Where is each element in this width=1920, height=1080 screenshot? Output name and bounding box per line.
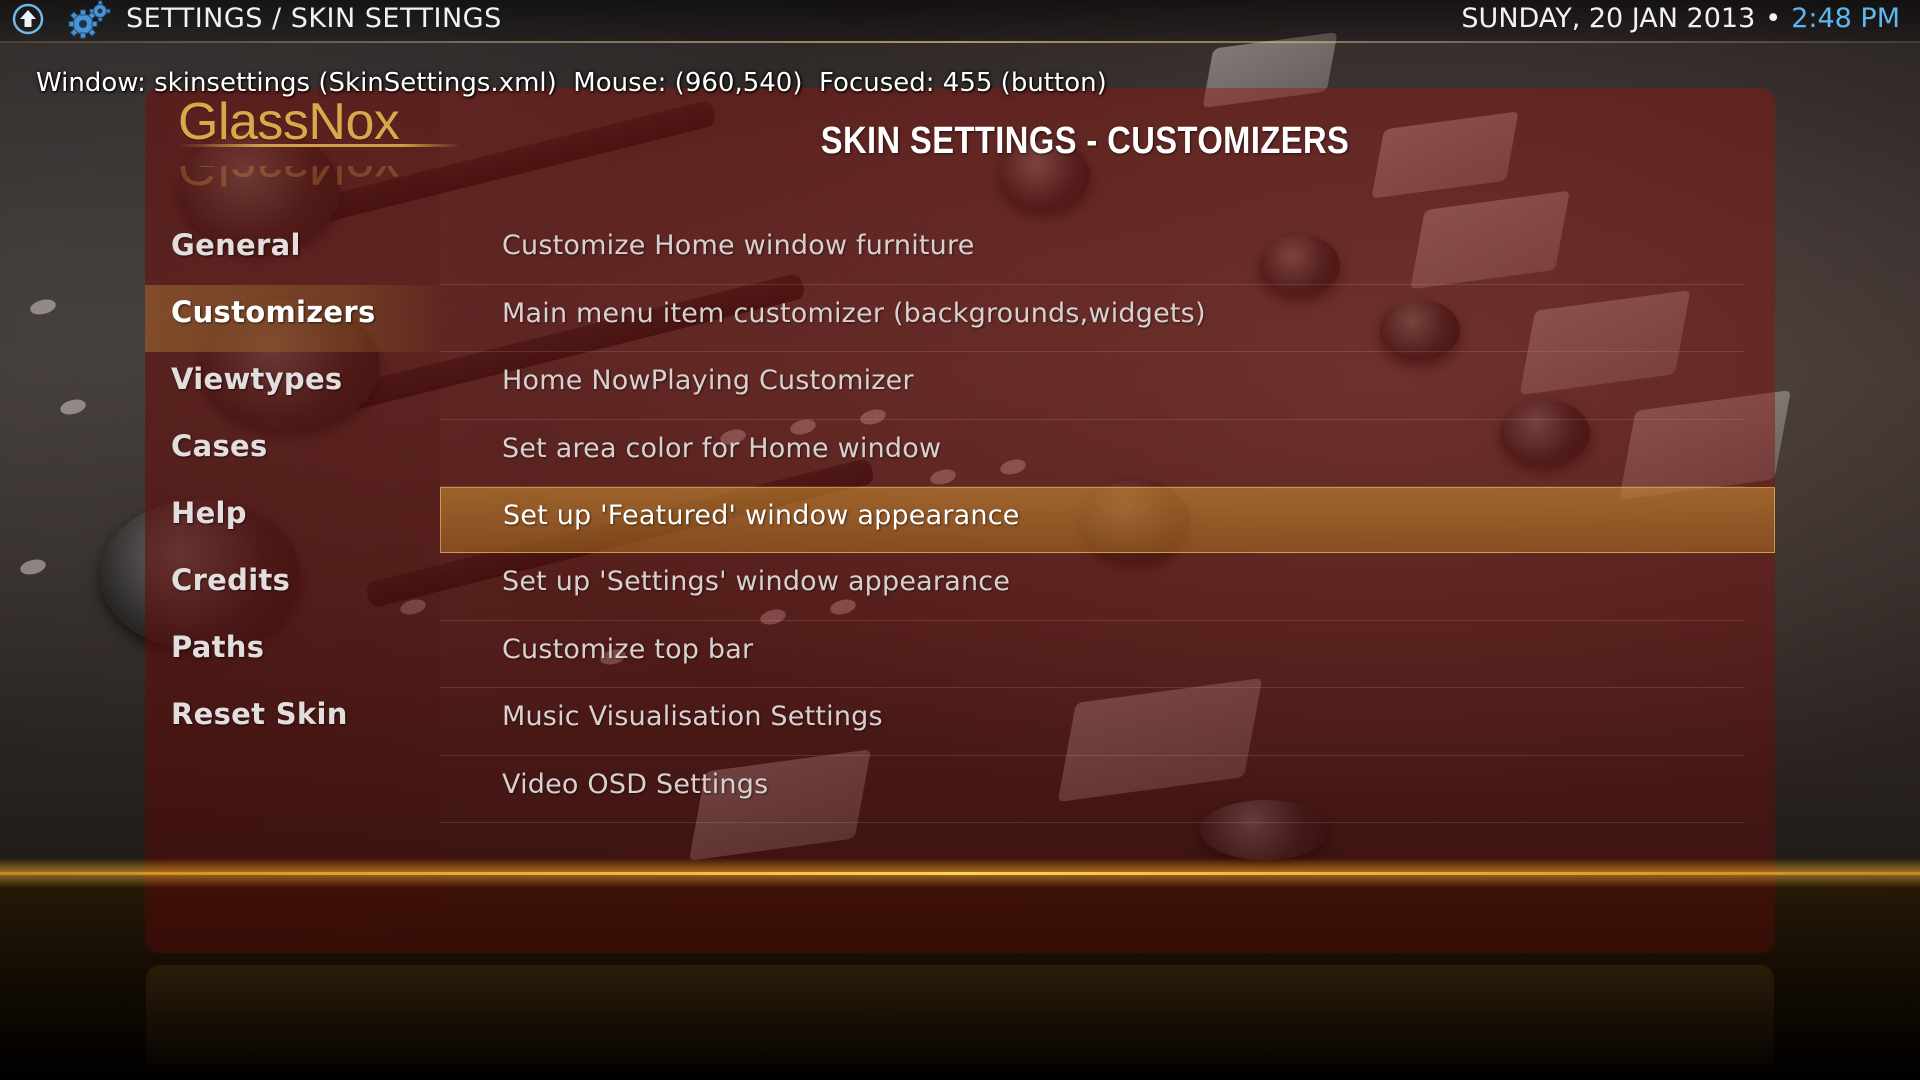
debug-info: Window: skinsettings (SkinSettings.xml) … [36,68,1107,98]
sidebar-item-reset-skin[interactable]: Reset Skin [145,687,440,754]
option-label: Main menu item customizer (backgrounds,w… [502,297,1206,329]
gear-icon [68,0,112,40]
logo-underline [178,144,460,147]
sidebar-item-help[interactable]: Help [145,486,440,553]
option-label: Customize top bar [502,633,754,665]
skin-logo: GlassNox GlassNox [178,92,468,202]
screen: SETTINGS / SKIN SETTINGS SUNDAY, 20 JAN … [0,0,1920,1080]
sidebar-item-cases[interactable]: Cases [145,419,440,486]
option-home-nowplaying-customizer[interactable]: Home NowPlaying Customizer [440,352,1745,420]
floor-line [0,872,1920,875]
sidebar-item-viewtypes[interactable]: Viewtypes [145,352,440,419]
option-customize-top-bar[interactable]: Customize top bar [440,621,1745,688]
option-video-osd-settings[interactable]: Video OSD Settings [440,756,1745,823]
option-settings-window-appearance[interactable]: Set up 'Settings' window appearance [440,553,1745,621]
option-featured-window-appearance[interactable]: Set up 'Featured' window appearance [440,487,1775,553]
clock-label: 2:48 PM [1791,3,1900,34]
option-label: Set area color for Home window [502,432,942,464]
up-arrow-icon[interactable] [12,3,44,35]
breadcrumb: SETTINGS / SKIN SETTINGS [126,3,502,34]
option-area-color[interactable]: Set area color for Home window [440,420,1745,487]
date-time: SUNDAY, 20 JAN 2013 • 2:48 PM [1461,3,1900,34]
sidebar-item-general[interactable]: General [145,218,440,285]
page-title: SKIN SETTINGS - CUSTOMIZERS [820,120,1350,162]
sidebar-item-paths[interactable]: Paths [145,620,440,687]
logo-text: GlassNox [178,93,400,151]
options-list: Customize Home window furniture Main men… [440,217,1775,823]
option-label: Customize Home window furniture [502,230,975,261]
date-label: SUNDAY, 20 JAN 2013 [1461,3,1756,34]
sidebar: General Customizers Viewtypes Cases Help… [145,218,440,754]
option-label: Home NowPlaying Customizer [502,365,914,396]
option-label: Set up 'Settings' window appearance [502,566,1011,597]
date-time-separator: • [1765,3,1782,34]
sidebar-item-credits[interactable]: Credits [145,553,440,620]
option-customize-home-furniture[interactable]: Customize Home window furniture [440,217,1745,285]
option-music-visualisation-settings[interactable]: Music Visualisation Settings [440,688,1745,756]
option-main-menu-item-customizer[interactable]: Main menu item customizer (backgrounds,w… [440,285,1745,352]
option-label: Music Visualisation Settings [502,701,883,732]
top-bar-divider [0,41,1920,43]
option-label: Set up 'Featured' window appearance [503,500,1020,531]
sidebar-item-customizers[interactable]: Customizers [145,285,440,352]
option-label: Video OSD Settings [502,768,769,800]
panel-reflection [146,965,1774,1080]
